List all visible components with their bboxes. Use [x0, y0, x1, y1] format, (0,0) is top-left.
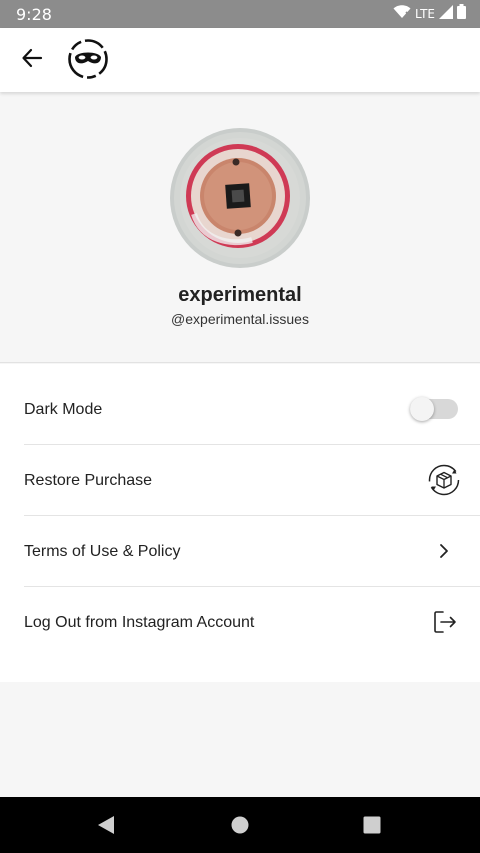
username: @experimental.issues [171, 311, 309, 327]
restore-purchase-label: Restore Purchase [24, 472, 153, 489]
back-triangle-icon[interactable] [94, 813, 118, 837]
arrow-left-icon [21, 47, 43, 74]
home-circle-icon[interactable] [228, 813, 252, 837]
chevron-right-icon[interactable] [426, 533, 462, 569]
status-bar: 9:28 LTE [0, 0, 480, 28]
restore-purchase-row[interactable]: Restore Purchase [0, 445, 480, 516]
signal-icon [439, 4, 453, 24]
toggle-knob [410, 397, 434, 421]
logout-label: Log Out from Instagram Account [24, 614, 255, 631]
status-icons: LTE [393, 4, 466, 24]
dark-mode-label: Dark Mode [24, 401, 103, 418]
settings-list: Dark Mode Restore Purchase Terms of Use … [0, 364, 480, 682]
display-name: experimental [178, 284, 302, 306]
restore-box-icon[interactable] [426, 462, 462, 498]
profile-header: experimental @experimental.issues [0, 92, 480, 363]
terms-label: Terms of Use & Policy [24, 543, 181, 560]
logout-icon[interactable] [426, 604, 462, 640]
masked-face-logo-icon [66, 39, 110, 85]
dark-mode-row[interactable]: Dark Mode [0, 374, 480, 445]
app-bar [0, 28, 480, 92]
recents-square-icon[interactable] [360, 813, 384, 837]
terms-row[interactable]: Terms of Use & Policy [0, 516, 480, 587]
network-type: LTE [415, 7, 435, 21]
back-button[interactable] [12, 40, 52, 80]
battery-icon [457, 4, 466, 24]
logout-row[interactable]: Log Out from Instagram Account [0, 587, 480, 658]
avatar [170, 128, 310, 268]
dark-mode-toggle[interactable] [410, 397, 458, 421]
navigation-bar [0, 797, 480, 853]
status-time: 9:28 [16, 5, 52, 24]
wifi-icon [393, 4, 411, 24]
app-logo [66, 37, 110, 81]
